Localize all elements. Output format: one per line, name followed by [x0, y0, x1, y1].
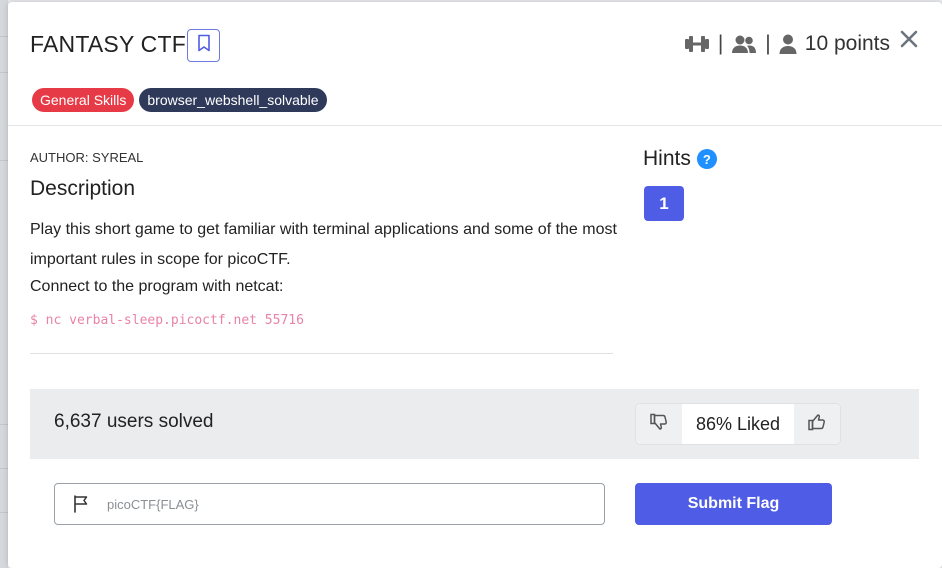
liked-percentage: 86% Liked — [682, 404, 794, 444]
stats-bar: 6,637 users solved 86% Liked — [30, 389, 919, 459]
bookmark-icon — [197, 34, 211, 57]
users-icon — [731, 34, 757, 54]
bookmark-button[interactable] — [187, 29, 220, 62]
tag-browser-webshell-solvable[interactable]: browser_webshell_solvable — [139, 88, 327, 112]
tag-general-skills[interactable]: General Skills — [32, 88, 135, 112]
tag-list: General Skills browser_webshell_solvable — [32, 88, 327, 112]
author-label: AUTHOR: SYREAL — [30, 150, 144, 165]
like-rating-group: 86% Liked — [635, 403, 841, 445]
modal-header: FANTASY CTF | | 10 points General Skills… — [8, 2, 942, 126]
connect-instruction: Connect to the program with netcat: — [30, 278, 284, 295]
dislike-button[interactable] — [636, 404, 682, 444]
user-icon — [779, 34, 797, 54]
points-value: 10 points — [804, 32, 890, 55]
thumbs-up-icon — [808, 413, 826, 436]
meta-separator: | — [765, 32, 771, 55]
description-text: Play this short game to get familiar wit… — [30, 221, 617, 268]
like-button[interactable] — [794, 404, 840, 444]
background-page-edge — [0, 0, 8, 568]
close-icon — [898, 30, 920, 54]
question-icon[interactable]: ? — [696, 149, 717, 169]
thumbs-down-icon — [650, 413, 668, 436]
close-button[interactable] — [898, 28, 920, 50]
flag-input[interactable] — [107, 496, 587, 512]
description-heading: Description — [30, 177, 136, 200]
dumbbell-icon — [684, 34, 710, 54]
flag-icon — [55, 495, 107, 513]
description-divider — [30, 353, 613, 354]
hints-heading: Hints ? — [643, 147, 717, 171]
hint-button-1[interactable]: 1 — [644, 186, 684, 221]
flag-input-group — [54, 483, 605, 525]
hints-heading-label: Hints — [643, 147, 691, 170]
users-solved-count: 6,637 users solved — [54, 411, 214, 432]
challenge-meta: | | 10 points — [684, 32, 890, 56]
challenge-title: FANTASY CTF — [30, 31, 186, 57]
challenge-modal: FANTASY CTF | | 10 points General Skills… — [8, 2, 942, 568]
submit-flag-button[interactable]: Submit Flag — [635, 483, 832, 525]
netcat-command: $ nc verbal-sleep.picoctf.net 55716 — [30, 313, 304, 328]
meta-separator: | — [717, 32, 724, 55]
